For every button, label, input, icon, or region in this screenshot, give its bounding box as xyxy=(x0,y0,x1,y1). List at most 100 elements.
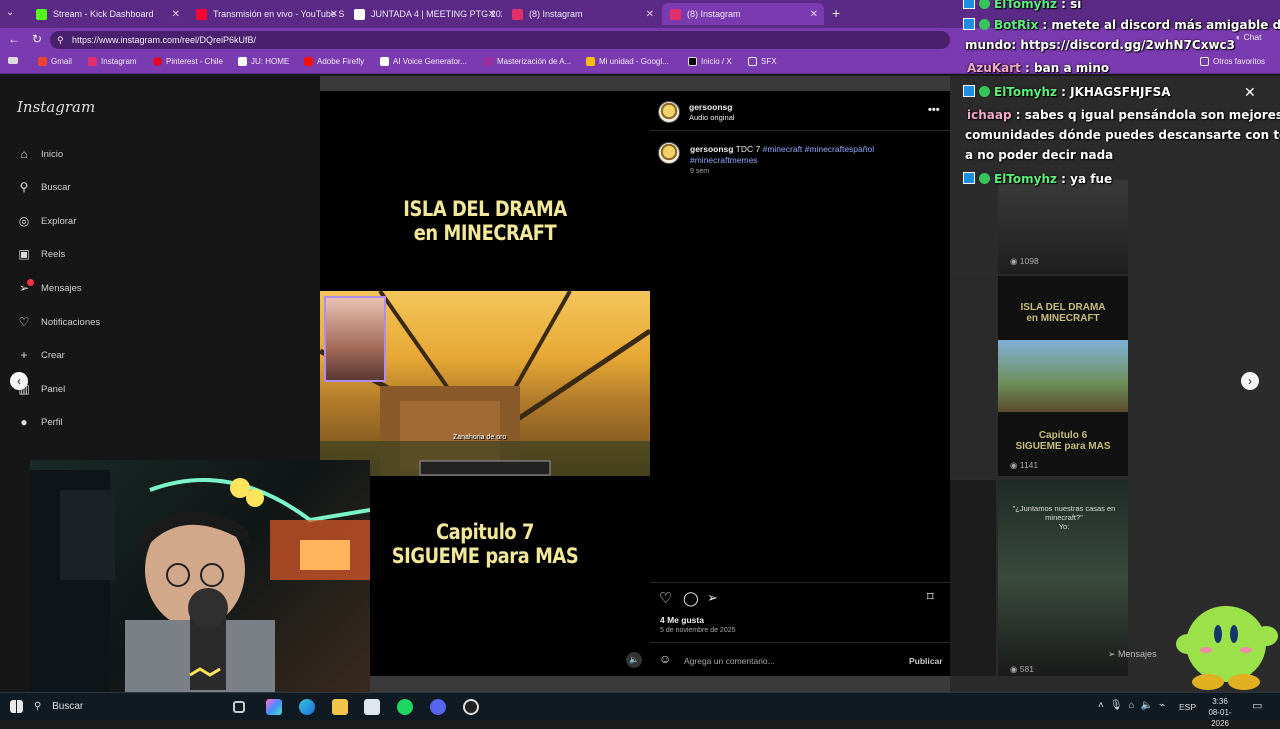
close-icon[interactable]: ✕ xyxy=(330,9,338,20)
back-icon[interactable]: ← xyxy=(8,32,20,46)
drive-icon xyxy=(586,57,595,66)
caption-hashtags-2[interactable]: #minecraftmemes xyxy=(690,155,758,165)
chat-text: ban a mino xyxy=(1034,61,1110,75)
notion-icon xyxy=(238,57,247,66)
tab-youtube[interactable]: Transmisión en vivo - YouTube Stu ✕ xyxy=(188,3,344,25)
chat-message: BotRix : metete al discord más amigable … xyxy=(963,15,1280,35)
bookmark-other-favorites[interactable]: Otros favoritos xyxy=(1200,57,1265,66)
folder-icon xyxy=(1200,57,1209,66)
comment-input[interactable]: Agrega un comentario... xyxy=(684,656,775,666)
reel-title-top: ISLA DEL DRAMA en MINECRAFT xyxy=(345,197,626,245)
nav-explorar[interactable]: ◎ Explorar xyxy=(17,212,77,230)
new-tab-button[interactable]: + xyxy=(832,5,840,21)
instagram-logo[interactable]: Instagram xyxy=(17,98,95,116)
verified-badge-icon xyxy=(979,173,990,184)
close-icon[interactable]: ✕ xyxy=(810,9,818,20)
spotify-icon[interactable] xyxy=(397,699,413,715)
bookmark-x[interactable]: Inicio / X xyxy=(688,57,732,66)
obs-icon[interactable] xyxy=(463,699,479,715)
more-options-icon[interactable]: ••• xyxy=(928,104,940,116)
reel-title-line: Capitulo 7 xyxy=(435,520,535,544)
views-count: ◉ 581 xyxy=(1010,664,1034,674)
bookmark-ju-home[interactable]: JU: HOME xyxy=(238,57,289,66)
copilot-icon[interactable] xyxy=(266,699,282,715)
taskbar-search[interactable]: ⚲ Buscar xyxy=(34,697,214,717)
edge-icon[interactable] xyxy=(299,699,315,715)
bookmark-ai-voice[interactable]: AI Voice Generator... xyxy=(380,57,467,66)
bookmark-gmail[interactable]: Gmail xyxy=(38,57,72,66)
instagram-icon xyxy=(88,57,97,66)
grid-tile[interactable] xyxy=(950,276,996,476)
author-username[interactable]: gersoonsg xyxy=(689,102,732,112)
tile-title-line: en MINECRAFT xyxy=(1026,313,1100,324)
messages-float-button[interactable]: ➢ Mensajes xyxy=(1108,649,1157,660)
nav-inicio[interactable]: ⌂ Inicio xyxy=(17,145,63,163)
close-icon[interactable]: ✕ xyxy=(172,9,180,20)
tab-instagram[interactable]: (8) Instagram ✕ xyxy=(504,3,660,25)
grid-tile[interactable] xyxy=(950,480,996,676)
chat-message: AzuKart : ban a mino xyxy=(967,61,1110,75)
mute-button[interactable]: 🔈 xyxy=(626,652,642,668)
clock[interactable]: 3:36 08-01-2026 xyxy=(1200,696,1240,729)
comment-icon[interactable]: ◯ xyxy=(683,590,699,607)
verified-badge-icon xyxy=(979,19,990,30)
caption-username[interactable]: gersoonsg xyxy=(690,144,733,154)
chat-username: ElTomyhz xyxy=(994,85,1057,99)
notion-icon xyxy=(354,8,365,20)
chat-username: BotRix xyxy=(994,18,1039,32)
publish-button[interactable]: Publicar xyxy=(909,656,943,666)
kick-badge-icon xyxy=(963,172,975,184)
bookmark-sidebar-icon[interactable] xyxy=(8,57,22,64)
bookmark-pinterest[interactable]: Pinterest - Chile xyxy=(153,57,223,66)
bookmark-google-drive[interactable]: Mi unidad - Googl... xyxy=(586,57,669,66)
bookmark-instagram[interactable]: Instagram xyxy=(88,57,137,66)
like-icon[interactable]: ♡ xyxy=(659,589,672,607)
caption-avatar[interactable] xyxy=(658,142,680,164)
bookmark-adobe-firefly[interactable]: Adobe Firefly xyxy=(304,57,364,66)
language-indicator[interactable]: ESP xyxy=(1179,702,1196,712)
bookmark-masterizacion[interactable]: Masterización de A... xyxy=(484,57,571,66)
file-explorer-icon[interactable] xyxy=(332,699,348,715)
nav-perfil[interactable]: ● Perfil xyxy=(17,413,63,431)
grid-tile-game xyxy=(998,340,1128,412)
close-icon[interactable]: ✕ xyxy=(646,9,654,20)
task-view-icon[interactable] xyxy=(233,701,245,713)
tab-notion[interactable]: JUNTADA 4 | MEETING PTG 2026 ✕ xyxy=(346,3,502,25)
sidepanel-icon xyxy=(8,57,18,64)
nav-label: Inicio xyxy=(41,148,64,160)
windows-start-icon[interactable] xyxy=(10,700,23,713)
next-post-button[interactable]: › xyxy=(1241,372,1259,390)
likes-count[interactable]: 4 Me gusta xyxy=(660,615,704,625)
notification-icon[interactable]: ▭ xyxy=(1252,699,1262,712)
prev-post-button[interactable]: ‹ xyxy=(10,372,28,390)
site-info-icon[interactable]: ⚲ xyxy=(57,31,64,49)
post-age: 9 sem xyxy=(690,168,710,175)
instagram-icon xyxy=(512,8,523,20)
tab-instagram-active[interactable]: (8) Instagram ✕ xyxy=(662,3,824,25)
discord-icon[interactable] xyxy=(430,699,446,715)
emoji-icon[interactable]: ☺ xyxy=(659,652,671,666)
store-icon[interactable] xyxy=(364,699,380,715)
bookmark-label: Pinterest - Chile xyxy=(166,57,223,66)
author-avatar[interactable] xyxy=(658,101,680,123)
nav-label: Perfil xyxy=(41,416,63,428)
nav-buscar[interactable]: ⚲ Buscar xyxy=(17,178,71,196)
bookmark-label: AI Voice Generator... xyxy=(393,57,467,66)
url-field[interactable]: ⚲ https://www.instagram.com/reel/DQreiP6… xyxy=(50,31,950,49)
nav-reels[interactable]: ▣ Reels xyxy=(17,245,65,263)
save-icon[interactable]: ⌑ xyxy=(927,589,934,605)
audio-label[interactable]: Audio original xyxy=(689,113,734,122)
tray-icons[interactable]: ˄🎙︎⌂🔈⌁ xyxy=(1098,700,1171,711)
share-icon[interactable]: ➢ xyxy=(707,590,718,606)
tab-list-button[interactable]: ⌄ xyxy=(6,7,14,18)
gmail-icon xyxy=(38,57,47,66)
close-icon[interactable]: ✕ xyxy=(1244,84,1256,101)
reload-icon[interactable]: ↻ xyxy=(32,32,42,46)
tab-kick[interactable]: Stream - Kick Dashboard ✕ xyxy=(28,3,186,25)
caption-hashtags[interactable]: #minecraft #minecraftespañol xyxy=(763,144,875,154)
close-icon[interactable]: ✕ xyxy=(488,9,496,20)
nav-crear[interactable]: + Crear xyxy=(17,346,64,364)
grid-tile-quote: "¿Juntamos nuestras casas en minecraft?"… xyxy=(1004,504,1124,531)
nav-notificaciones[interactable]: ♡ Notificaciones xyxy=(17,313,101,331)
bookmark-sfx[interactable]: SFX xyxy=(748,57,777,66)
